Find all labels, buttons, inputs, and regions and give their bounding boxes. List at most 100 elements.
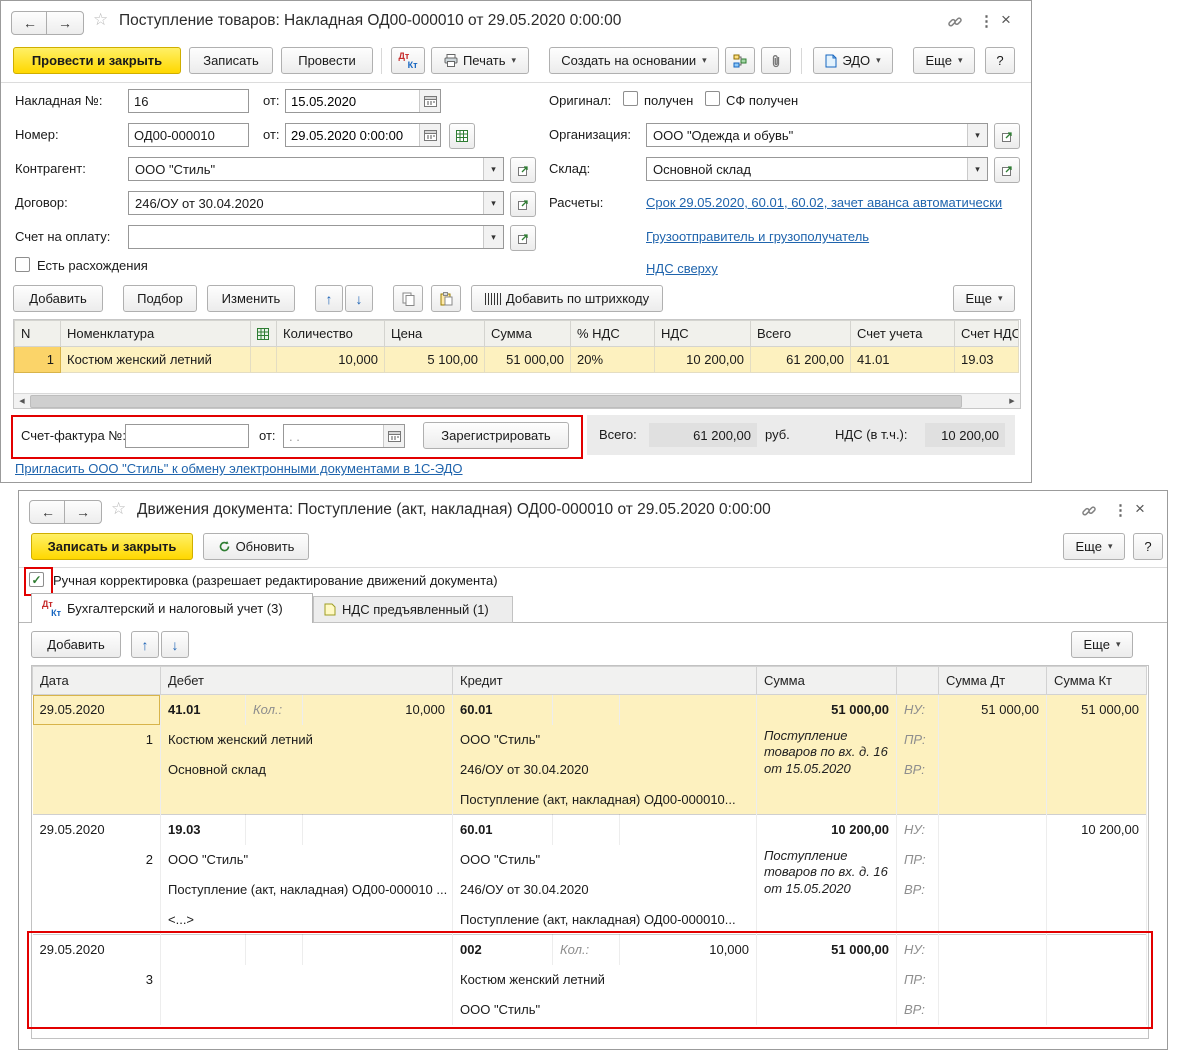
cell-sum[interactable]: 51 000,00 xyxy=(757,695,897,725)
cell-account[interactable]: 41.01 xyxy=(851,347,955,373)
original-received-checkbox[interactable] xyxy=(623,91,638,106)
invoice-reg-date-field[interactable] xyxy=(283,424,405,448)
forward-button[interactable]: → xyxy=(64,500,102,524)
edo-invite-link[interactable]: Пригласить ООО "Стиль" к обмену электрон… xyxy=(15,461,463,476)
more-button[interactable]: Еще ▾ xyxy=(913,47,975,74)
payment-invoice-open-button[interactable] xyxy=(510,225,536,251)
settlements-link[interactable]: Срок 29.05.2020, 60.01, 60.02, зачет ава… xyxy=(646,195,1002,210)
calendar-icon[interactable] xyxy=(419,124,440,146)
movements-more-button[interactable]: Еще ▾ xyxy=(1071,631,1133,658)
cell-empty[interactable] xyxy=(939,755,1047,785)
cell-vr-label[interactable]: ВР: xyxy=(897,755,939,785)
vat-mode-link[interactable]: НДС сверху xyxy=(646,261,718,276)
calendar-icon[interactable] xyxy=(383,425,404,447)
attachments-button[interactable] xyxy=(761,47,791,74)
save-and-close-button[interactable]: Записать и закрыть xyxy=(31,533,193,560)
cell-empty[interactable] xyxy=(1047,905,1147,935)
cell-debit-sub2[interactable] xyxy=(161,995,453,1025)
movements-move-down-button[interactable]: ↓ xyxy=(161,631,189,658)
movement-row[interactable]: 1 Костюм женский летний ООО "Стиль" Пост… xyxy=(33,725,1147,755)
cell-comment[interactable]: Поступление товаров по вх. д. 16 от 15.0… xyxy=(757,845,897,935)
col-header-n[interactable]: N xyxy=(15,321,61,347)
get-link-icon[interactable] xyxy=(947,14,963,30)
cell-vat-pct[interactable]: 20% xyxy=(571,347,655,373)
scroll-thumb[interactable] xyxy=(30,395,962,408)
help-button[interactable]: ? xyxy=(1133,533,1163,560)
movement-row[interactable]: ООО "Стиль" ВР: xyxy=(33,995,1147,1025)
organization-open-button[interactable] xyxy=(994,123,1020,149)
items-more-button[interactable]: Еще ▾ xyxy=(953,285,1015,312)
favorite-star-icon[interactable]: ☆ xyxy=(93,10,108,30)
cell-credit-account[interactable]: 60.01 xyxy=(453,695,553,725)
cell-empty[interactable] xyxy=(1047,965,1147,995)
organization-field[interactable]: ООО "Одежда и обувь" ▾ xyxy=(646,123,988,147)
cell-credit-sub1[interactable]: ООО "Стиль" xyxy=(453,725,757,755)
items-paste-button[interactable] xyxy=(431,285,461,312)
cell-row-number[interactable]: 2 xyxy=(33,845,161,875)
cell-qty-label[interactable] xyxy=(246,815,303,845)
cell-sum[interactable]: 10 200,00 xyxy=(757,815,897,845)
cell-credit-qty[interactable]: 10,000 xyxy=(620,935,757,965)
items-move-up-button[interactable]: ↑ xyxy=(315,285,343,312)
add-by-barcode-button[interactable]: Добавить по штрихкоду xyxy=(471,285,663,312)
forward-button[interactable]: → xyxy=(46,11,84,35)
edit-number-button[interactable] xyxy=(449,123,475,149)
cell-date[interactable]: 29.05.2020 xyxy=(33,815,161,845)
items-row[interactable]: 1 Костюм женский летний 10,000 5 100,00 … xyxy=(15,347,1019,373)
col-header-price[interactable]: Цена xyxy=(385,321,485,347)
cell-credit-qty[interactable] xyxy=(620,815,757,845)
cell-vr-label[interactable]: ВР: xyxy=(897,875,939,905)
cell-debit-sub2[interactable]: Основной склад xyxy=(161,755,453,785)
col-header-vat[interactable]: НДС xyxy=(655,321,751,347)
movement-row[interactable]: 29.05.2020 002 Кол.: 10,000 51 000,00 НУ… xyxy=(33,935,1147,965)
cell-price[interactable]: 5 100,00 xyxy=(385,347,485,373)
cell-empty[interactable] xyxy=(1047,785,1147,815)
cell-sum-dt[interactable] xyxy=(939,815,1047,845)
items-move-down-button[interactable]: ↓ xyxy=(345,285,373,312)
payment-invoice-field[interactable]: ▾ xyxy=(128,225,504,249)
movements-move-up-button[interactable]: ↑ xyxy=(131,631,159,658)
cell-credit-sub2[interactable]: 246/ОУ от 30.04.2020 xyxy=(453,875,757,905)
cell-sum[interactable]: 51 000,00 xyxy=(757,935,897,965)
cell-qty-label[interactable] xyxy=(246,935,303,965)
scroll-right-icon[interactable]: ▶ xyxy=(1004,397,1020,405)
cell-empty[interactable] xyxy=(1047,725,1147,755)
cell-row-number[interactable]: 1 xyxy=(33,725,161,755)
cell-pr-label[interactable]: ПР: xyxy=(897,845,939,875)
cell-credit-sub1[interactable]: Костюм женский летний xyxy=(453,965,757,995)
cell-empty[interactable] xyxy=(939,785,1047,815)
close-icon[interactable]: × xyxy=(1001,10,1011,30)
invoice-date-input[interactable] xyxy=(286,90,419,112)
cell-comment[interactable] xyxy=(757,965,897,1025)
choose-dropdown-icon[interactable]: ▾ xyxy=(967,158,987,180)
related-documents-button[interactable] xyxy=(725,47,755,74)
movements-add-button[interactable]: Добавить xyxy=(31,631,121,658)
refresh-button[interactable]: Обновить xyxy=(203,533,309,560)
cell-debit-account[interactable]: 19.03 xyxy=(161,815,246,845)
save-button[interactable]: Записать xyxy=(189,47,273,74)
cell-credit-account[interactable]: 60.01 xyxy=(453,815,553,845)
items-pick-button[interactable]: Подбор xyxy=(123,285,197,312)
invoice-reg-number-input[interactable] xyxy=(125,424,249,448)
cell-debit-account[interactable] xyxy=(161,935,246,965)
register-invoice-button[interactable]: Зарегистрировать xyxy=(423,422,569,449)
tab-vat-presented[interactable]: НДС предъявленный (1) xyxy=(313,596,513,623)
movement-row[interactable]: <...> Поступление (акт, накладная) ОД00-… xyxy=(33,905,1147,935)
window-menu-icon[interactable]: ⋮ xyxy=(979,12,994,30)
items-add-button[interactable]: Добавить xyxy=(13,285,103,312)
col-header-qty[interactable]: Количество xyxy=(277,321,385,347)
cell-debit-sub3[interactable]: <...> xyxy=(161,905,453,935)
cell-sum-dt[interactable] xyxy=(939,935,1047,965)
cell-debit-sub2[interactable]: Поступление (акт, накладная) ОД00-000010… xyxy=(161,875,453,905)
discrepancies-checkbox[interactable] xyxy=(15,257,30,272)
col-header-vat-account[interactable]: Счет НДС xyxy=(955,321,1019,347)
cell-characteristic[interactable] xyxy=(251,347,277,373)
more-button[interactable]: Еще ▾ xyxy=(1063,533,1125,560)
items-h-scrollbar[interactable]: ◀ ▶ xyxy=(14,393,1020,408)
back-button[interactable]: ← xyxy=(29,500,67,524)
edo-button[interactable]: ЭДО ▾ xyxy=(813,47,893,74)
tab-accounting[interactable]: ДтКт Бухгалтерский и налоговый учет (3) xyxy=(31,593,313,623)
cell-sum-kt[interactable]: 51 000,00 xyxy=(1047,695,1147,725)
cell-empty[interactable] xyxy=(939,905,1047,935)
items-copy-button[interactable] xyxy=(393,285,423,312)
